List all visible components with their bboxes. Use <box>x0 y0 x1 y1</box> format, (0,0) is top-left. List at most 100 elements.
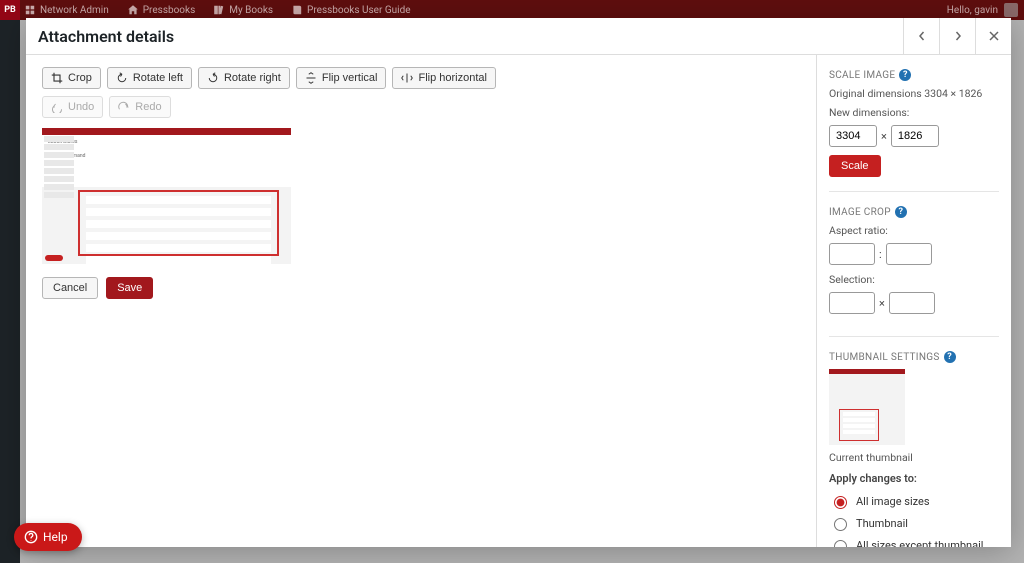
radio-input[interactable] <box>834 540 847 547</box>
original-dimensions: Original dimensions 3304 × 1826 <box>829 87 999 100</box>
section-title: SCALE IMAGE ? <box>829 69 999 81</box>
adminbar-network[interactable]: Network Admin <box>24 4 109 16</box>
undo-icon <box>51 101 63 113</box>
selection-inputs: × <box>829 292 999 314</box>
crop-section: IMAGE CROP ? Aspect ratio: : Selection: … <box>829 191 999 336</box>
modal-title: Attachment details <box>38 27 174 46</box>
editor-actions: Cancel Save <box>42 276 800 299</box>
section-title-label: THUMBNAIL SETTINGS <box>829 352 940 363</box>
close-icon <box>989 31 999 41</box>
radio-input[interactable] <box>834 496 847 509</box>
option-label: All image sizes <box>856 495 930 508</box>
selection-label: Selection: <box>829 273 999 286</box>
pressbooks-logo[interactable]: PB <box>0 0 20 20</box>
save-button[interactable]: Save <box>106 277 153 299</box>
scale-height-input[interactable] <box>891 125 939 147</box>
admin-bar: PB Network Admin Pressbooks My Books Pre… <box>0 0 1024 20</box>
modal-header: Attachment details <box>26 18 1011 54</box>
section-title-label: IMAGE CROP <box>829 207 891 218</box>
books-icon <box>213 4 225 16</box>
flip-vertical-button[interactable]: Flip vertical <box>296 67 387 89</box>
scale-section: SCALE IMAGE ? Original dimensions 3304 ×… <box>829 69 999 191</box>
apply-thumb-option[interactable]: Thumbnail <box>829 515 999 531</box>
redo-icon <box>118 101 130 113</box>
button-label: Flip horizontal <box>418 72 486 84</box>
cancel-button[interactable]: Cancel <box>42 277 98 299</box>
option-label: Thumbnail <box>856 517 908 530</box>
aspect-h-input[interactable] <box>886 243 932 265</box>
aspect-ratio-label: Aspect ratio: <box>829 224 999 237</box>
apply-changes-label: Apply changes to: <box>829 472 999 485</box>
chevron-left-icon <box>917 31 927 41</box>
section-title-label: SCALE IMAGE <box>829 70 895 81</box>
scale-width-input[interactable] <box>829 125 877 147</box>
adminbar-item-label: Pressbooks <box>143 5 195 16</box>
help-icon[interactable]: ? <box>895 206 907 218</box>
adminbar-item-label: Pressbooks User Guide <box>307 5 410 16</box>
modal-body: Crop Rotate left Rotate right Flip verti… <box>26 54 1011 547</box>
chevron-right-icon <box>953 31 963 41</box>
image-editor: Crop Rotate left Rotate right Flip verti… <box>26 55 816 547</box>
help-icon[interactable]: ? <box>899 69 911 81</box>
book-icon <box>291 4 303 16</box>
rotate-left-icon <box>116 72 128 84</box>
crop-icon <box>51 72 63 84</box>
selection-h-input[interactable] <box>889 292 935 314</box>
help-button[interactable]: Help <box>14 523 82 551</box>
scale-button[interactable]: Scale <box>829 155 881 177</box>
help-icon[interactable]: ? <box>944 351 956 363</box>
rotate-left-button[interactable]: Rotate left <box>107 67 192 89</box>
attachment-details-modal: Attachment details Crop Rotate le <box>26 18 1011 547</box>
scale-inputs: × <box>829 125 999 147</box>
dimension-separator: × <box>881 130 887 143</box>
section-title: IMAGE CROP ? <box>829 206 999 218</box>
redo-button: Redo <box>109 96 170 118</box>
adminbar-account[interactable]: Hello, gavin <box>947 3 1018 17</box>
sites-icon <box>24 4 36 16</box>
crop-button[interactable]: Crop <box>42 67 101 89</box>
apply-options: All image sizes Thumbnail All sizes exce… <box>829 493 999 547</box>
selection-w-input[interactable] <box>829 292 875 314</box>
new-dimensions-label: New dimensions: <box>829 106 999 119</box>
adminbar-item-label: My Books <box>229 5 273 16</box>
button-label: Rotate left <box>133 72 183 84</box>
rotate-right-button[interactable]: Rotate right <box>198 67 290 89</box>
rotate-right-icon <box>207 72 219 84</box>
selection-separator: × <box>879 297 885 310</box>
thumbnail-section: THUMBNAIL SETTINGS ? Current thumbnail A… <box>829 336 999 547</box>
next-button[interactable] <box>939 18 975 54</box>
admin-left-rail <box>0 20 20 563</box>
home-icon <box>127 4 139 16</box>
flip-vertical-icon <box>305 72 317 84</box>
flip-horizontal-icon <box>401 72 413 84</box>
button-label: Undo <box>68 101 94 113</box>
aspect-inputs: : <box>829 243 999 265</box>
button-label: Flip vertical <box>322 72 378 84</box>
close-button[interactable] <box>975 18 1011 54</box>
history-toolbar: Undo Redo <box>42 96 800 118</box>
help-icon <box>24 530 38 544</box>
prev-button[interactable] <box>903 18 939 54</box>
thumbnail-preview <box>829 369 905 445</box>
adminbar-userguide[interactable]: Pressbooks User Guide <box>291 4 410 16</box>
button-label: Crop <box>68 72 92 84</box>
help-button-label: Help <box>43 530 68 544</box>
aspect-w-input[interactable] <box>829 243 875 265</box>
button-label: Rotate right <box>224 72 281 84</box>
avatar <box>1004 3 1018 17</box>
radio-input[interactable] <box>834 518 847 531</box>
current-thumbnail-label: Current thumbnail <box>829 451 999 464</box>
edit-sidebar: SCALE IMAGE ? Original dimensions 3304 ×… <box>816 55 1011 547</box>
apply-except-option[interactable]: All sizes except thumbnail <box>829 537 999 547</box>
adminbar-pressbooks[interactable]: Pressbooks <box>127 4 195 16</box>
apply-all-option[interactable]: All image sizes <box>829 493 999 509</box>
adminbar-mybooks[interactable]: My Books <box>213 4 273 16</box>
flip-horizontal-button[interactable]: Flip horizontal <box>392 67 495 89</box>
section-title: THUMBNAIL SETTINGS ? <box>829 351 999 363</box>
option-label: All sizes except thumbnail <box>856 539 983 548</box>
image-preview[interactable]: Ebook Stores—Print-on-Demand <box>42 128 291 264</box>
adminbar-item-label: Network Admin <box>40 5 109 16</box>
greeting: Hello, gavin <box>947 5 998 16</box>
modal-nav <box>903 18 1011 54</box>
edit-toolbar: Crop Rotate left Rotate right Flip verti… <box>42 67 800 89</box>
